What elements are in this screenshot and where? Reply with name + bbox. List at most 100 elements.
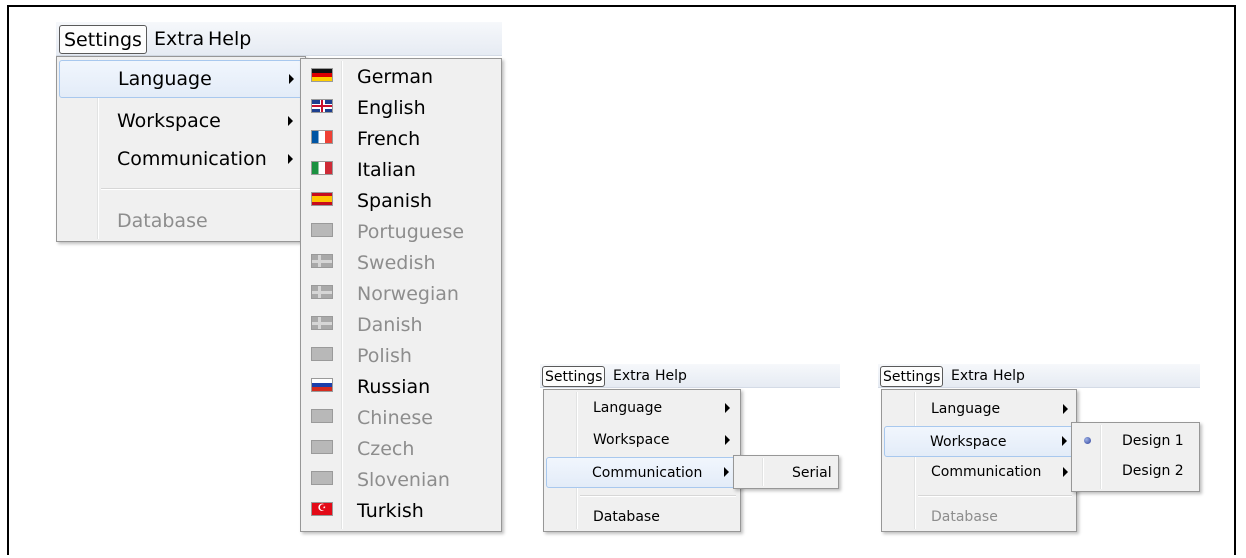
- menu-item-label: Design 2: [1122, 463, 1184, 479]
- menu-item-norwegian: Norwegian: [303, 278, 499, 309]
- submenu-arrow-icon: [725, 403, 730, 413]
- menu-item-workspace[interactable]: Workspace: [59, 105, 303, 137]
- menu-item-label: Russian: [357, 375, 431, 398]
- menu-item-italian[interactable]: Italian: [303, 154, 499, 185]
- flag-spain-icon: [311, 192, 333, 206]
- menu-item-label: Database: [593, 509, 660, 525]
- flag-russia-icon: [311, 378, 333, 392]
- menu-extra[interactable]: Extra: [951, 364, 988, 387]
- menu-extra[interactable]: Extra: [154, 22, 204, 55]
- settings-menu: Language Workspace Communication Databas…: [881, 389, 1077, 532]
- menu-item-russian[interactable]: Russian: [303, 371, 499, 402]
- menu-item-label: Swedish: [357, 251, 436, 274]
- menu-item-label: Workspace: [930, 433, 1007, 450]
- flag-nordic-icon: [311, 254, 333, 268]
- flag-germany-icon: [311, 68, 333, 82]
- flag-nordic-icon: [311, 285, 333, 299]
- settings-menu: Language Workspace Communication Databas…: [543, 389, 741, 532]
- menu-item-communication[interactable]: Communication: [59, 143, 303, 175]
- menu-item-label: Spanish: [357, 189, 433, 212]
- submenu-arrow-icon: [289, 74, 294, 84]
- submenu-arrow-icon: [1063, 404, 1068, 414]
- menu-item-language[interactable]: Language: [884, 396, 1074, 422]
- menu-item-label: Portuguese: [357, 220, 465, 243]
- communication-submenu: Serial: [733, 455, 839, 489]
- flag-gray-icon: [311, 471, 333, 485]
- menu-item-label: Database: [931, 509, 998, 525]
- menubar: Settings Extra Help: [540, 364, 840, 388]
- menu-item-swedish: Swedish: [303, 247, 499, 278]
- flag-italy-icon: [311, 161, 333, 175]
- menu-item-label: Communication: [592, 464, 703, 481]
- settings-menu: Language Workspace Communication Databas…: [56, 56, 306, 242]
- menu-item-slovenian: Slovenian: [303, 464, 499, 495]
- menu-item-portuguese: Portuguese: [303, 216, 499, 247]
- menu-item-label: Chinese: [357, 406, 433, 429]
- language-submenu: German English French Italian Spanish Portugu…: [300, 58, 502, 532]
- submenu-arrow-icon: [288, 154, 293, 164]
- menu-item-serial[interactable]: Serial: [736, 460, 836, 486]
- menu-item-label: Design 1: [1122, 433, 1184, 449]
- menu-item-label: German: [357, 65, 434, 88]
- menu-item-turkish[interactable]: ☪ Turkish: [303, 495, 499, 526]
- menu-item-label: Language: [593, 400, 663, 416]
- menu-item-danish: Danish: [303, 309, 499, 340]
- flag-nordic-icon: [311, 316, 333, 330]
- menu-item-label: Serial: [792, 465, 832, 481]
- menu-item-label: Communication: [117, 148, 267, 170]
- menu-item-database: Database: [59, 205, 303, 237]
- submenu-arrow-icon: [725, 435, 730, 445]
- radio-selected-icon: [1084, 437, 1091, 444]
- submenu-arrow-icon: [288, 116, 293, 126]
- submenu-arrow-icon: [1062, 436, 1067, 446]
- flag-uk-icon: [311, 99, 333, 113]
- menu-separator: [101, 188, 301, 190]
- menu-item-french[interactable]: French: [303, 123, 499, 154]
- menu-item-label: Workspace: [117, 110, 221, 132]
- menu-extra[interactable]: Extra: [613, 364, 650, 387]
- menubar: Settings Extra Help: [878, 364, 1200, 388]
- menubar: Settings Extra Help: [56, 22, 502, 56]
- flag-gray-icon: [311, 440, 333, 454]
- menu-item-label: Workspace: [593, 432, 670, 448]
- menu-item-workspace[interactable]: Workspace: [546, 427, 738, 453]
- menu-settings[interactable]: Settings: [542, 366, 606, 387]
- menu-item-label: Communication: [931, 464, 1042, 480]
- menu-item-label: Italian: [357, 158, 416, 181]
- menu-item-spanish[interactable]: Spanish: [303, 185, 499, 216]
- menu-item-label: Norwegian: [357, 282, 459, 305]
- menu-help[interactable]: Help: [993, 364, 1025, 387]
- flag-turkey-icon: ☪: [311, 502, 333, 516]
- submenu-arrow-icon: [724, 467, 729, 477]
- menu-item-label: Polish: [357, 344, 412, 367]
- flag-gray-icon: [311, 347, 333, 361]
- menu-item-language[interactable]: Language: [546, 395, 738, 421]
- menu-item-english[interactable]: English: [303, 92, 499, 123]
- menu-item-communication[interactable]: Communication: [884, 459, 1074, 485]
- menu-item-label: Language: [118, 68, 212, 90]
- menu-item-language[interactable]: Language: [59, 60, 303, 98]
- menu-item-label: Database: [117, 210, 208, 232]
- menu-item-label: Turkish: [357, 499, 424, 522]
- menu-item-german[interactable]: German: [303, 61, 499, 92]
- menu-item-chinese: Chinese: [303, 402, 499, 433]
- menu-separator: [580, 495, 736, 497]
- menu-help[interactable]: Help: [655, 364, 687, 387]
- workspace-submenu: Design 1 Design 2: [1071, 422, 1200, 492]
- menu-item-label: Slovenian: [357, 468, 450, 491]
- menu-help[interactable]: Help: [208, 22, 251, 55]
- menu-item-design-2[interactable]: Design 2: [1074, 457, 1197, 485]
- menu-item-label: English: [357, 96, 426, 119]
- menu-item-label: Language: [931, 401, 1001, 417]
- menu-separator: [918, 495, 1072, 497]
- menu-item-communication[interactable]: Communication: [546, 457, 738, 488]
- flag-gray-icon: [311, 223, 333, 237]
- menu-settings[interactable]: Settings: [880, 366, 944, 387]
- menu-item-label: French: [357, 127, 421, 150]
- menu-item-workspace[interactable]: Workspace: [884, 426, 1074, 457]
- menu-settings[interactable]: Settings: [59, 25, 147, 54]
- menu-item-database[interactable]: Database: [546, 504, 738, 530]
- menu-item-design-1[interactable]: Design 1: [1074, 427, 1197, 455]
- submenu-arrow-icon: [1063, 467, 1068, 477]
- flag-gray-icon: [311, 409, 333, 423]
